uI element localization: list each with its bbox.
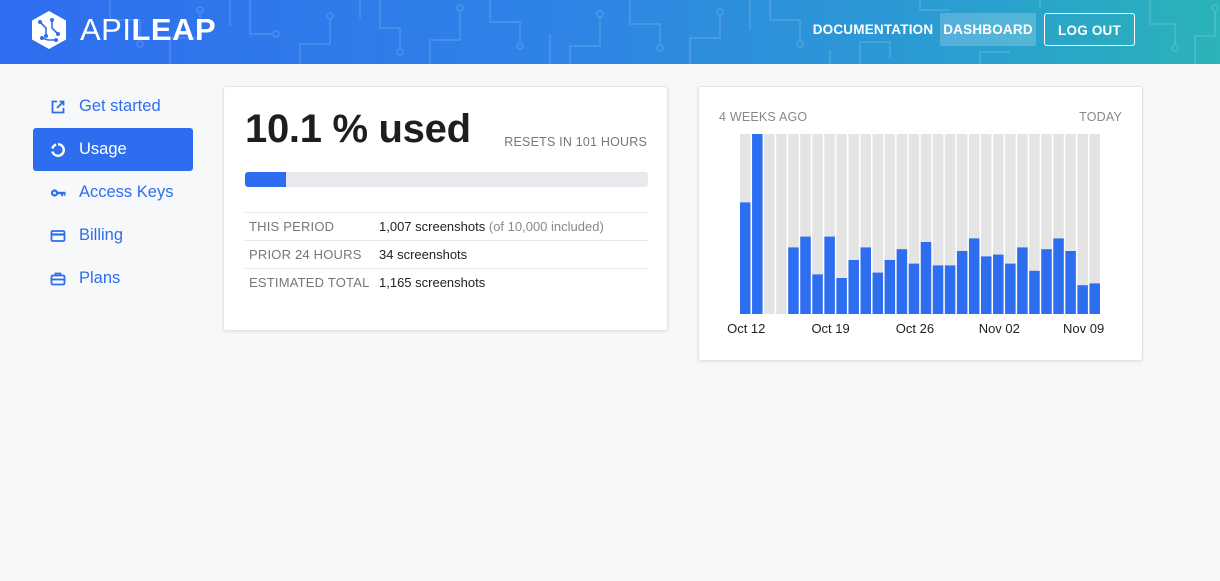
hexagon-logo-icon bbox=[32, 11, 66, 49]
stat-label: ESTIMATED TOTAL bbox=[245, 268, 379, 297]
stat-value: 34 screenshots bbox=[379, 240, 648, 269]
credit-card-icon bbox=[50, 228, 66, 244]
stat-label: PRIOR 24 HOURS bbox=[245, 240, 379, 269]
brand-name-bold: LEAP bbox=[131, 12, 217, 47]
table-row: PRIOR 24 HOURS 34 screenshots bbox=[245, 240, 648, 269]
usage-percentage-title: 10.1 % used bbox=[245, 107, 471, 151]
brand-name: APILEAP bbox=[80, 10, 216, 50]
stat-note: (of 10,000 included) bbox=[488, 219, 604, 234]
bar[interactable] bbox=[896, 249, 908, 314]
bar[interactable] bbox=[956, 251, 968, 314]
bar[interactable] bbox=[752, 134, 763, 314]
bar[interactable] bbox=[1005, 263, 1016, 314]
bar[interactable] bbox=[800, 236, 811, 314]
bar[interactable] bbox=[884, 260, 896, 314]
sidebar-nav: Get started Usage Access Keys Billing Pl… bbox=[33, 85, 193, 300]
stat-value: 1,007 screenshots bbox=[379, 219, 486, 234]
stat-label: THIS PERIOD bbox=[245, 212, 379, 241]
bar[interactable] bbox=[740, 202, 751, 314]
bar[interactable] bbox=[1041, 249, 1052, 314]
sidebar-item-label: Access Keys bbox=[79, 183, 174, 201]
bar[interactable] bbox=[920, 242, 932, 314]
sidebar-item-label: Usage bbox=[79, 140, 127, 158]
key-icon bbox=[50, 185, 66, 201]
top-navbar: APILEAP DOCUMENTATION DASHBOARD LOG OUT bbox=[0, 0, 1220, 64]
x-tick-label: Nov 09 bbox=[1063, 321, 1104, 336]
brand-logo[interactable]: APILEAP bbox=[30, 10, 216, 50]
logout-button[interactable]: LOG OUT bbox=[1044, 13, 1135, 46]
daily-usage-bar-chart: Oct 12 Oct 19 Oct 26 Nov 02 Nov 09 bbox=[727, 134, 1104, 336]
bar[interactable] bbox=[1077, 285, 1088, 314]
sidebar-item-label: Plans bbox=[79, 269, 121, 287]
external-link-icon bbox=[50, 99, 66, 115]
donut-chart-icon bbox=[50, 142, 66, 158]
bar[interactable] bbox=[944, 265, 956, 314]
x-tick-label: Oct 12 bbox=[727, 321, 765, 336]
bar[interactable] bbox=[993, 254, 1004, 314]
bar[interactable] bbox=[1053, 238, 1064, 314]
sidebar-item-billing[interactable]: Billing bbox=[33, 214, 193, 257]
bar[interactable] bbox=[981, 256, 992, 314]
briefcase-icon bbox=[50, 271, 66, 287]
x-tick-label: Oct 26 bbox=[896, 321, 934, 336]
x-tick-label: Oct 19 bbox=[811, 321, 849, 336]
bar[interactable] bbox=[812, 274, 823, 314]
reset-countdown: RESETS IN 101 HOURS bbox=[504, 135, 647, 149]
bar[interactable] bbox=[1017, 247, 1028, 314]
stat-value: 1,165 screenshots bbox=[379, 268, 648, 297]
bar[interactable] bbox=[848, 260, 859, 314]
bar[interactable] bbox=[1065, 251, 1076, 314]
bar[interactable] bbox=[968, 238, 980, 314]
sidebar-item-plans[interactable]: Plans bbox=[33, 257, 193, 300]
sidebar-item-access-keys[interactable]: Access Keys bbox=[33, 171, 193, 214]
table-row: ESTIMATED TOTAL 1,165 screenshots bbox=[245, 268, 648, 297]
usage-progress-fill bbox=[245, 172, 286, 187]
bar[interactable] bbox=[788, 247, 799, 314]
bar[interactable] bbox=[824, 236, 835, 314]
usage-progress-bar bbox=[245, 172, 648, 187]
sidebar-item-label: Billing bbox=[79, 226, 124, 244]
bar[interactable] bbox=[932, 265, 944, 314]
bar-track bbox=[764, 134, 775, 314]
daily-usage-chart-card: 4 WEEKS AGO TODAY Oct 12 Oct 19 Oct 26 Nov … bbox=[698, 86, 1143, 361]
bar[interactable] bbox=[860, 247, 872, 314]
table-row: THIS PERIOD 1,007 screenshots (of 10,000… bbox=[245, 212, 648, 241]
usage-summary-card: 10.1 % used RESETS IN 101 HOURS THIS PER… bbox=[223, 86, 668, 331]
nav-documentation-link[interactable]: DOCUMENTATION bbox=[812, 13, 934, 46]
bar-track bbox=[776, 134, 787, 314]
bar[interactable] bbox=[908, 263, 920, 314]
sidebar-item-label: Get started bbox=[79, 97, 161, 115]
stat-value-cell: 1,007 screenshots (of 10,000 included) bbox=[379, 212, 648, 241]
usage-stats-table: THIS PERIOD 1,007 screenshots (of 10,000… bbox=[245, 212, 648, 297]
x-tick-label: Nov 02 bbox=[979, 321, 1020, 336]
sidebar-item-usage[interactable]: Usage bbox=[33, 128, 193, 171]
sidebar-item-get-started[interactable]: Get started bbox=[33, 85, 193, 128]
brand-name-thin: API bbox=[80, 12, 132, 47]
nav-dashboard-link[interactable]: DASHBOARD bbox=[940, 13, 1036, 46]
bar[interactable] bbox=[1089, 283, 1100, 314]
bar[interactable] bbox=[836, 278, 847, 314]
bar[interactable] bbox=[1029, 270, 1040, 314]
bar[interactable] bbox=[872, 272, 884, 314]
